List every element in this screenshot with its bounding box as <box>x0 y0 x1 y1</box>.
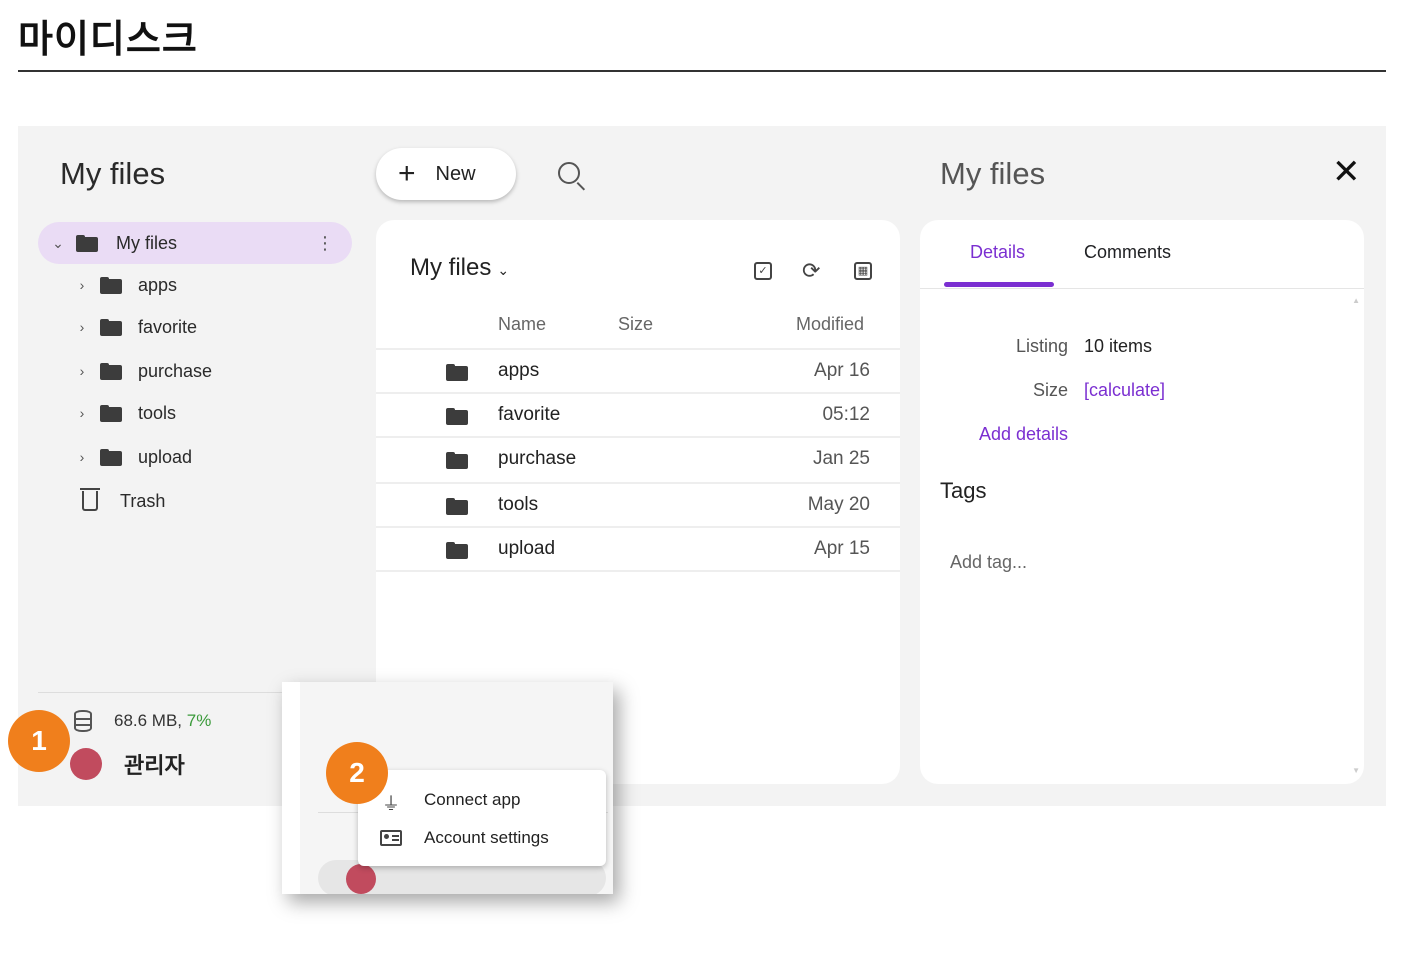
more-options-icon[interactable]: ⋮ <box>316 233 334 254</box>
sidebar-item-my-files[interactable]: ⌄ My files ⋮ <box>38 222 352 264</box>
chevron-down-icon: ⌄ <box>497 262 510 278</box>
sidebar-divider <box>38 692 284 693</box>
scroll-up-icon[interactable]: ▲ <box>1352 296 1360 305</box>
select-all-icon[interactable]: ✓ <box>754 262 772 280</box>
folder-icon <box>100 276 122 294</box>
table-row[interactable]: tools May 20 <box>376 482 900 526</box>
folder-title-dropdown[interactable]: My files ⌄ <box>410 254 509 282</box>
plus-icon: + <box>398 157 416 190</box>
column-header-modified[interactable]: Modified <box>796 314 864 335</box>
account-menu: ⏚ Connect app Account settings <box>358 770 606 866</box>
file-name: purchase <box>498 448 577 469</box>
sidebar-item-upload[interactable]: › upload <box>38 436 352 478</box>
row-divider <box>376 570 900 572</box>
trash-icon <box>80 488 100 511</box>
title-divider <box>18 70 1386 72</box>
active-tab-indicator <box>944 282 1054 287</box>
folder-icon <box>100 404 122 422</box>
tab-comments[interactable]: Comments <box>1084 242 1171 263</box>
tab-divider <box>920 288 1364 289</box>
sidebar-item-label: favorite <box>138 316 198 337</box>
folder-icon <box>446 407 468 425</box>
file-modified: 05:12 <box>822 404 870 425</box>
file-modified: Jan 25 <box>812 448 870 469</box>
column-header-name[interactable]: Name <box>498 314 546 335</box>
tab-details[interactable]: Details <box>970 242 1025 263</box>
sidebar-item-label: Trash <box>120 490 166 511</box>
sidebar-item-label: apps <box>138 274 178 295</box>
table-row[interactable]: apps Apr 16 <box>376 348 900 392</box>
file-modified: May 20 <box>807 494 870 515</box>
table-row[interactable]: upload Apr 15 <box>376 526 900 570</box>
sidebar-item-label: purchase <box>138 360 213 381</box>
file-name: tools <box>498 494 539 515</box>
step-badge-1: 1 <box>8 710 70 772</box>
folder-icon <box>100 362 122 380</box>
size-label: Size <box>1032 380 1068 400</box>
close-icon[interactable]: ✕ <box>1332 152 1361 192</box>
sidebar-item-label: upload <box>138 446 193 467</box>
file-modified: Apr 16 <box>814 360 870 381</box>
details-title: My files <box>940 156 1046 191</box>
listing-label: Listing <box>1015 336 1068 356</box>
sidebar-item-favorite[interactable]: › favorite <box>38 306 352 348</box>
folder-icon <box>446 451 468 469</box>
sidebar-item-purchase[interactable]: › purchase <box>38 350 352 392</box>
refresh-icon[interactable]: ⟳ <box>802 258 820 284</box>
file-name: favorite <box>498 404 561 425</box>
chevron-right-icon[interactable]: › <box>74 405 90 421</box>
sidebar-item-label: My files <box>116 232 178 253</box>
storage-usage: 68.6 MB, 7% <box>74 710 211 732</box>
chevron-right-icon[interactable]: › <box>74 319 90 335</box>
new-button-label: New <box>435 162 476 185</box>
new-button[interactable]: + New <box>376 148 516 200</box>
plug-icon: ⏚ <box>382 794 400 814</box>
tags-heading: Tags <box>940 478 987 503</box>
menu-item-connect-app[interactable]: Connect app <box>424 790 520 810</box>
folder-icon <box>446 497 468 515</box>
storage-used: 68.6 MB, <box>114 711 183 730</box>
file-name: apps <box>498 360 540 381</box>
details-panel: Details Comments ▲ ▼ Listing 10 items Si… <box>920 220 1364 784</box>
file-modified: Apr 15 <box>814 538 870 559</box>
file-name: upload <box>498 538 556 559</box>
user-account[interactable]: 관리자 <box>70 748 185 780</box>
id-card-icon <box>380 830 402 846</box>
avatar[interactable] <box>70 748 102 780</box>
scroll-down-icon[interactable]: ▼ <box>1352 766 1360 775</box>
chevron-right-icon[interactable]: › <box>74 449 90 465</box>
table-row[interactable]: favorite 05:12 <box>376 392 900 436</box>
folder-icon <box>76 234 98 252</box>
storage-percent: 7% <box>186 711 212 730</box>
avatar[interactable] <box>346 864 376 894</box>
chevron-right-icon[interactable]: › <box>74 363 90 379</box>
folder-icon <box>446 541 468 559</box>
sidebar-item-apps[interactable]: › apps <box>38 264 352 306</box>
column-header-size[interactable]: Size <box>618 314 653 335</box>
add-tag-input[interactable]: Add tag... <box>950 552 1027 573</box>
sidebar-title: My files <box>60 156 166 191</box>
chevron-right-icon[interactable]: › <box>74 277 90 293</box>
document-title: 마이디스크 <box>18 17 198 61</box>
folder-icon <box>446 363 468 381</box>
user-name: 관리자 <box>124 754 185 779</box>
calculate-size-link[interactable]: [calculate] <box>1084 380 1165 401</box>
listing-value: 10 items <box>1084 336 1153 356</box>
sidebar-item-tools[interactable]: › tools <box>38 392 352 434</box>
sidebar-item-trash[interactable]: Trash <box>38 480 352 522</box>
file-manager-app: My files ⌄ My files ⋮ › apps › favorite … <box>18 126 1386 806</box>
chevron-down-icon[interactable]: ⌄ <box>50 235 66 252</box>
database-icon <box>74 710 92 732</box>
folder-icon <box>100 448 122 466</box>
folder-title: My files <box>410 254 492 281</box>
table-row[interactable]: purchase Jan 25 <box>376 436 900 480</box>
folder-icon <box>100 318 122 336</box>
menu-item-account-settings[interactable]: Account settings <box>424 828 549 848</box>
view-toggle-icon[interactable]: ▦ <box>854 262 872 280</box>
step-badge-2: 2 <box>326 742 388 804</box>
inset-sidebar-edge <box>282 682 300 894</box>
add-details-link[interactable]: Add details <box>948 424 1068 445</box>
sidebar-item-label: tools <box>138 402 177 423</box>
search-icon[interactable] <box>558 162 580 184</box>
